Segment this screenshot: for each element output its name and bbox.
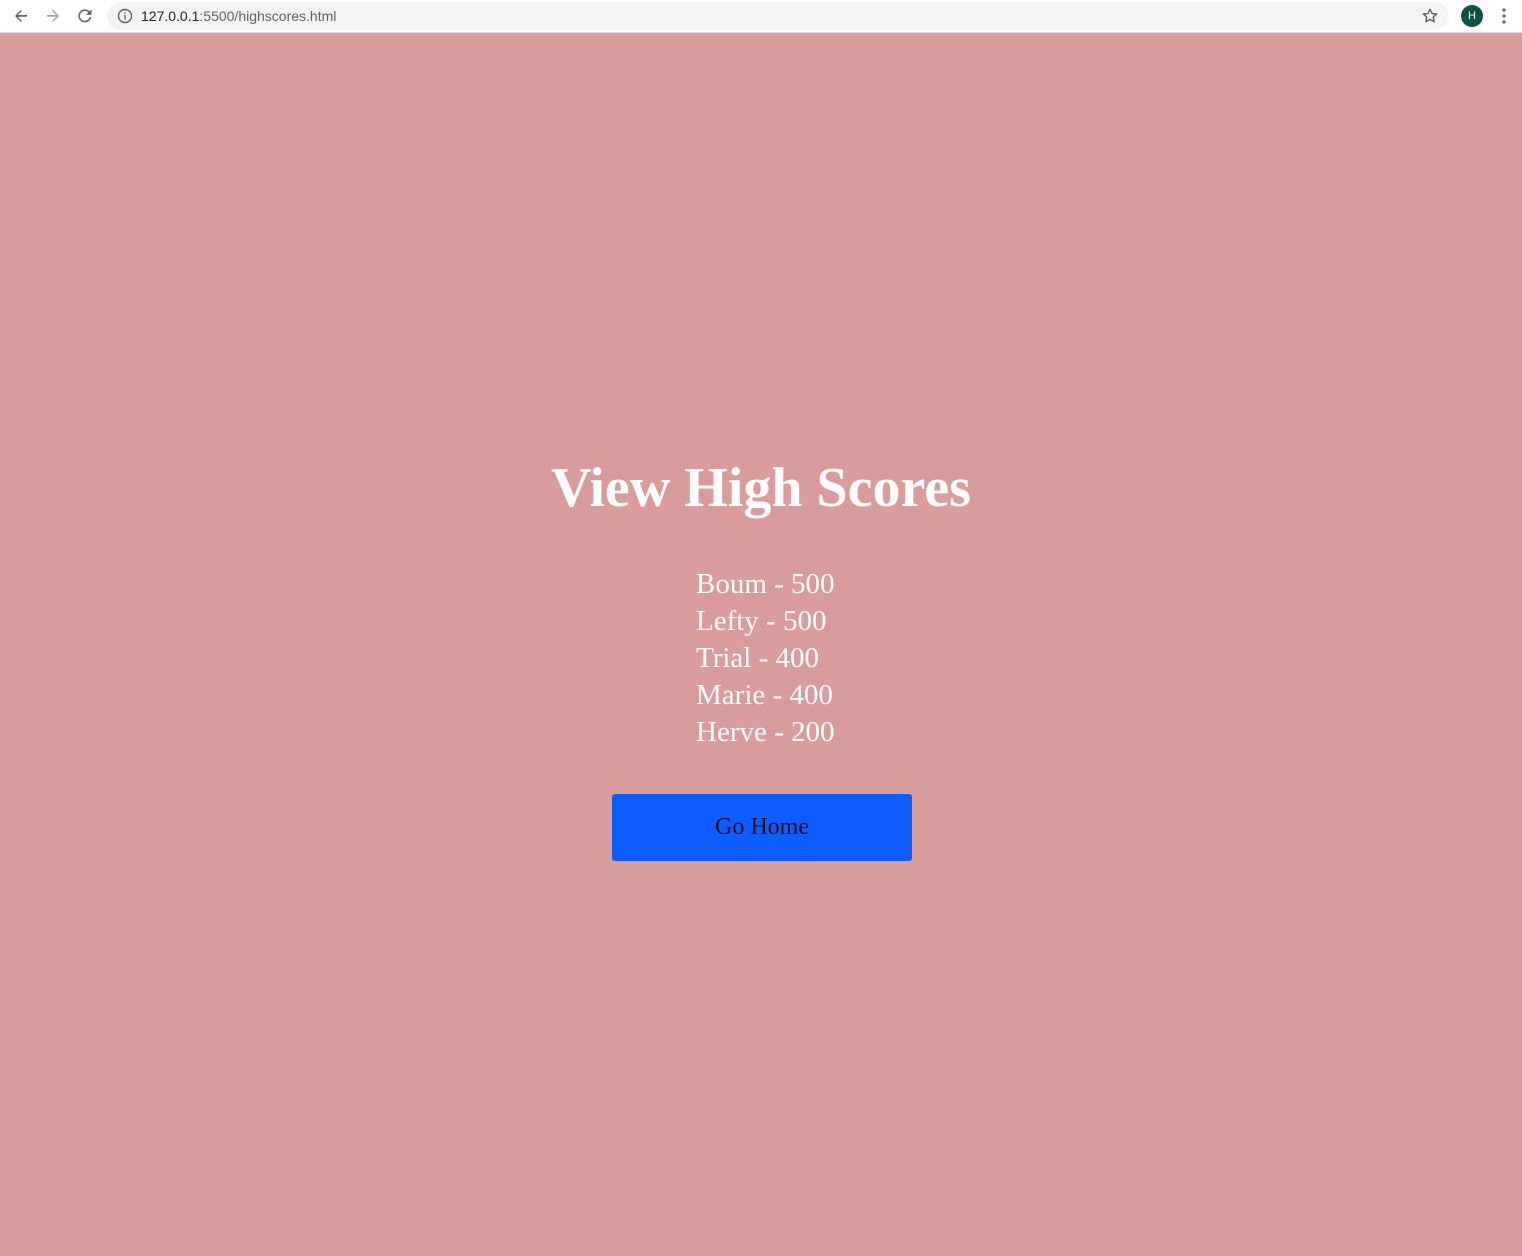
- page-content: View High Scores Boum - 500 Lefty - 500 …: [0, 33, 1522, 1256]
- forward-button[interactable]: [41, 4, 65, 28]
- arrow-left-icon: [15, 9, 27, 22]
- profile-avatar[interactable]: H: [1461, 5, 1483, 27]
- address-bar[interactable]: 127.0.0.1:5500/highscores.html: [107, 2, 1449, 30]
- url-path: :5500/highscores.html: [199, 8, 337, 24]
- url-text[interactable]: 127.0.0.1:5500/highscores.html: [141, 7, 336, 25]
- score-item: Lefty - 500: [696, 605, 827, 637]
- score-item: Marie - 400: [696, 679, 833, 711]
- kebab-menu-icon[interactable]: [1496, 6, 1512, 26]
- info-icon[interactable]: [117, 8, 133, 24]
- reload-button[interactable]: [73, 4, 97, 28]
- back-button[interactable]: [9, 4, 33, 28]
- score-item: Boum - 500: [696, 568, 835, 600]
- arrow-right-icon: [47, 9, 59, 22]
- high-scores-list: Boum - 500 Lefty - 500 Trial - 400 Marie…: [696, 566, 835, 751]
- page-title: View High Scores: [551, 457, 971, 519]
- score-item: Herve - 200: [696, 716, 835, 748]
- reload-icon: [78, 9, 92, 23]
- score-item: Trial - 400: [696, 642, 819, 674]
- star-icon[interactable]: [1421, 7, 1439, 25]
- go-home-button[interactable]: Go Home: [612, 794, 912, 861]
- url-host: 127.0.0.1: [141, 8, 200, 24]
- browser-toolbar: 127.0.0.1:5500/highscores.html H: [0, 0, 1522, 33]
